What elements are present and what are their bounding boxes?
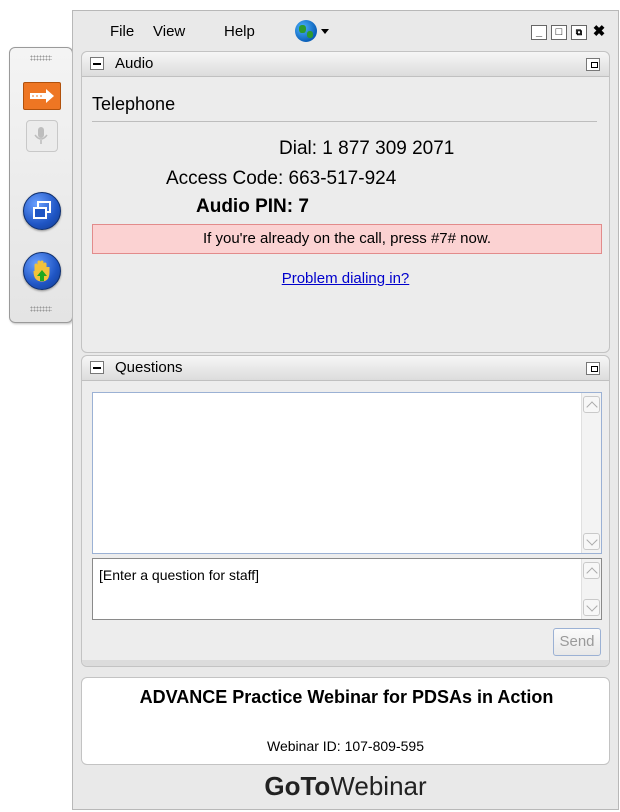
menu-bar: File View Help _ □ ⧉ ✖ <box>73 11 618 49</box>
question-input-scrollbar[interactable] <box>581 559 601 619</box>
menu-file[interactable]: File <box>110 23 134 40</box>
close-icon[interactable]: ✖ <box>591 24 607 40</box>
popout-icon[interactable] <box>586 58 600 71</box>
audio-pin-row: Audio PIN: 7 <box>196 196 309 218</box>
minimize-icon[interactable]: _ <box>531 25 547 40</box>
language-dropdown-caret[interactable] <box>321 29 329 34</box>
questions-panel: Questions [Enter a question for staff] S… <box>81 355 610 667</box>
mute-button[interactable] <box>26 120 58 152</box>
scroll-down-icon[interactable] <box>583 599 600 616</box>
question-input-placeholder: [Enter a question for staff] <box>99 567 260 583</box>
audio-panel: Audio Telephone Dial: 1 877 309 2071 Acc… <box>81 51 610 353</box>
webinar-id-value: 107-809-595 <box>344 738 424 754</box>
restore-window-button[interactable] <box>23 192 61 230</box>
gotowebinar-window: File View Help _ □ ⧉ ✖ Audio Telephone D… <box>72 10 619 810</box>
audio-panel-title: Audio <box>115 55 154 72</box>
toolbar-grip-bottom[interactable] <box>30 306 52 312</box>
menu-view[interactable]: View <box>153 23 185 40</box>
gotowebinar-logo: GoToWebinar <box>73 771 618 807</box>
webinar-id-label: Webinar ID: <box>267 738 341 754</box>
access-code-row: Access Code: 663-517-924 <box>166 168 396 190</box>
dial-row: Dial: 1 877 309 2071 <box>279 138 454 160</box>
send-button[interactable]: Send <box>553 628 601 656</box>
menu-help[interactable]: Help <box>224 23 255 40</box>
show-hide-panel-button[interactable] <box>23 82 61 110</box>
questions-log-scrollbar[interactable] <box>581 393 601 553</box>
microphone-icon <box>34 127 48 144</box>
webinar-info: ADVANCE Practice Webinar for PDSAs in Ac… <box>81 677 610 765</box>
access-code-value: 663-517-924 <box>288 168 397 189</box>
popout-icon[interactable]: ⧉ <box>571 25 587 40</box>
dial-label: Dial: <box>279 138 318 159</box>
question-input[interactable]: [Enter a question for staff] <box>92 558 602 620</box>
audio-mode-label: Telephone <box>92 94 176 114</box>
already-on-call-notice: If you're already on the call, press #7#… <box>92 224 602 254</box>
problem-dialing-link-text[interactable]: Problem dialing in? <box>282 270 410 287</box>
dial-number: 1 877 309 2071 <box>322 138 455 159</box>
divider <box>92 121 597 122</box>
logo-bold-text: GoTo <box>264 771 331 801</box>
questions-panel-header: Questions <box>82 356 609 381</box>
panel-resize-grip[interactable] <box>82 660 609 666</box>
popout-icon[interactable] <box>586 362 600 375</box>
scroll-down-icon[interactable] <box>583 533 600 550</box>
audio-pin-label: Audio PIN: <box>196 196 294 217</box>
audio-pin-value: 7 <box>298 196 309 217</box>
access-code-label: Access Code: <box>166 168 284 189</box>
maximize-icon[interactable]: □ <box>551 25 567 40</box>
toolbar-grip-top[interactable] <box>30 55 52 61</box>
questions-panel-title: Questions <box>115 359 183 376</box>
logo-light-text: Webinar <box>330 771 427 801</box>
arrow-icon <box>30 89 54 103</box>
collapse-icon[interactable] <box>90 361 104 374</box>
webinar-title: ADVANCE Practice Webinar for PDSAs in Ac… <box>139 687 554 707</box>
problem-dialing-link: Problem dialing in? <box>82 270 609 287</box>
collapse-icon[interactable] <box>90 57 104 70</box>
webinar-id: Webinar ID: 107-809-595 <box>82 738 609 754</box>
raise-hand-button[interactable] <box>23 252 61 290</box>
restore-window-icon <box>33 201 51 219</box>
questions-log[interactable] <box>92 392 602 554</box>
scroll-up-icon[interactable] <box>583 396 600 413</box>
globe-icon[interactable] <box>295 20 317 42</box>
raise-hand-icon <box>33 260 50 282</box>
control-toolbar <box>9 47 73 323</box>
scroll-up-icon[interactable] <box>583 562 600 579</box>
audio-panel-header: Audio <box>82 52 609 77</box>
